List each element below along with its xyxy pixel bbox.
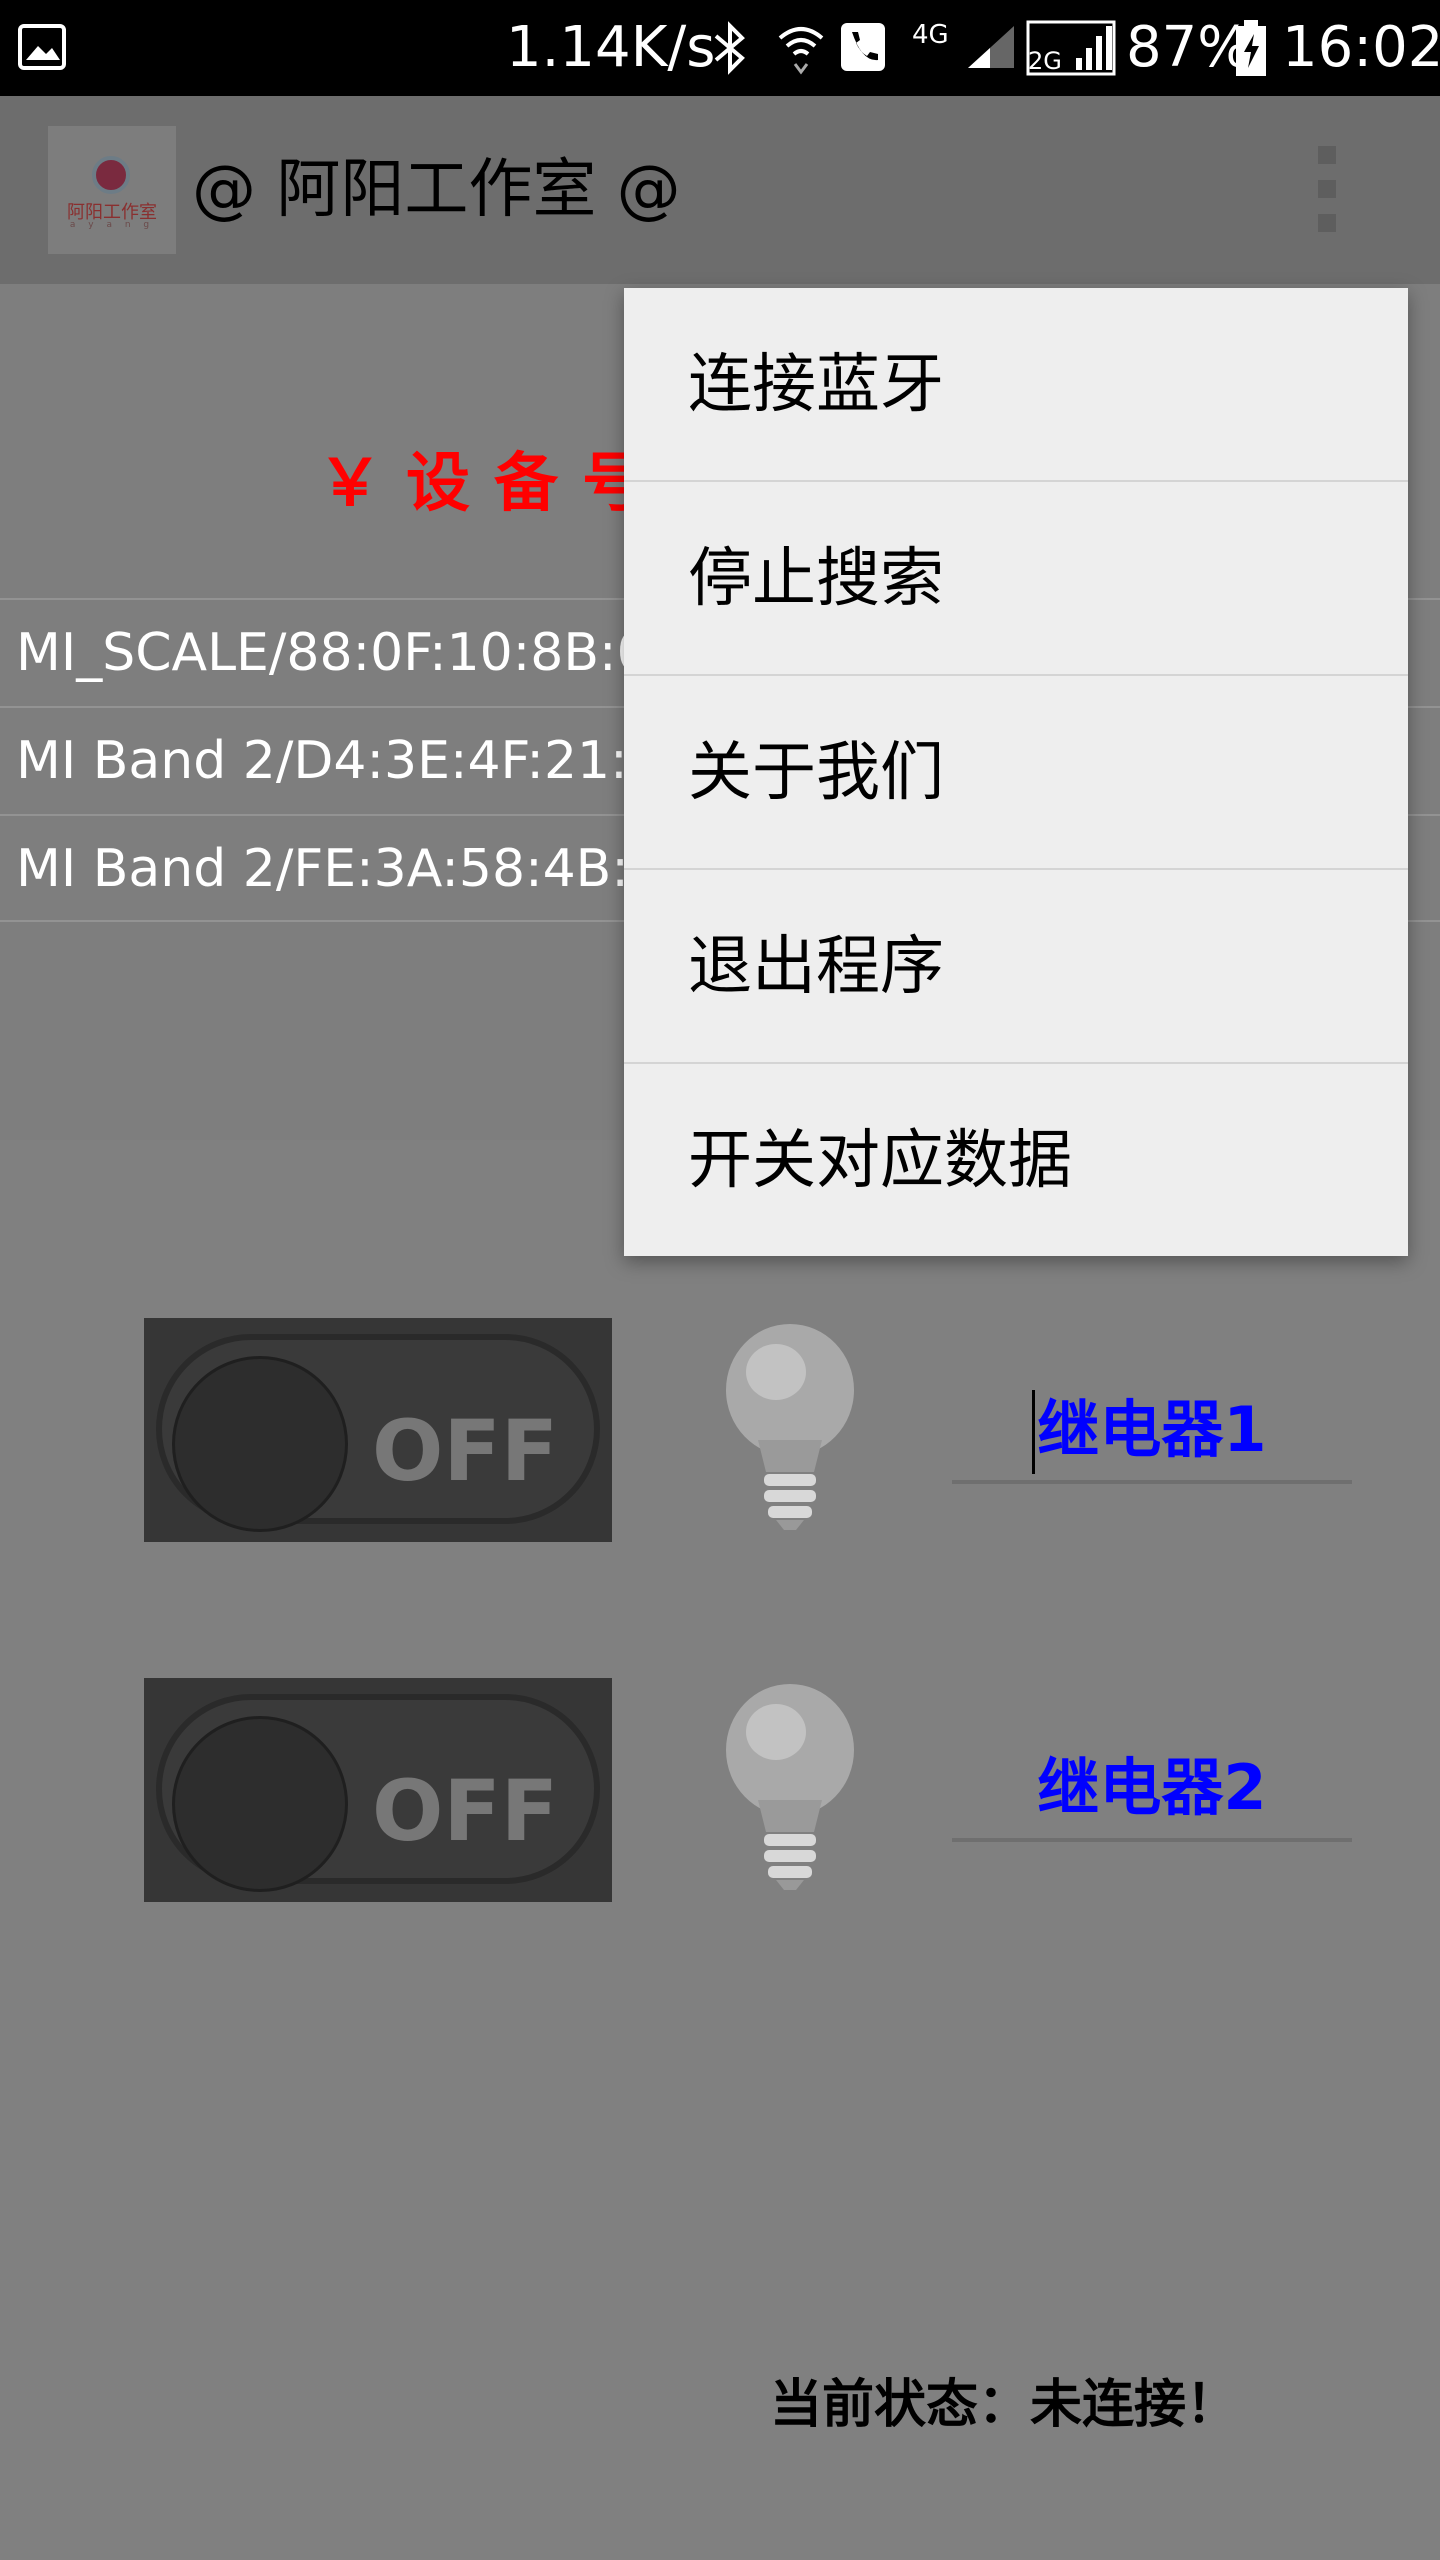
clock: 16:02 [1282, 15, 1440, 80]
status-bar: 1.14K/s 4G 2G 87% 16:02 [0, 0, 1440, 96]
toggle-knob [172, 1356, 348, 1532]
relay2-name-input[interactable]: 继电器2 [952, 1738, 1352, 1842]
signal-2g-icon [1026, 20, 1116, 76]
device-heading: ￥设备号 [318, 447, 670, 521]
menu-item-connect-bluetooth[interactable]: 连接蓝牙 [624, 288, 1408, 482]
relay2-name: 继电器2 [1037, 1751, 1267, 1824]
wifi-icon [778, 27, 824, 75]
toggle-track: OFF [156, 1694, 600, 1892]
toggle-state-label: OFF [372, 1402, 559, 1500]
toggle-knob [172, 1716, 348, 1892]
logo-subtext: a y a n g [69, 220, 155, 230]
lightbulb-icon [726, 1324, 854, 1530]
network-speed: 1.14K/s [506, 15, 716, 80]
menu-item-stop-search[interactable]: 停止搜索 [624, 482, 1408, 676]
relay1-toggle[interactable]: OFF [144, 1318, 612, 1542]
menu-item-switch-data[interactable]: 开关对应数据 [624, 1064, 1408, 1258]
battery-charging-icon [1236, 20, 1266, 76]
bluetooth-icon [714, 21, 745, 75]
phone-call-icon [841, 23, 885, 71]
relay1-name-input[interactable]: 继电器1 [952, 1380, 1352, 1484]
battery-percent: 87% [1126, 15, 1251, 80]
app-bar: 阿阳工作室 a y a n g @ 阿阳工作室 @ [0, 96, 1440, 284]
toggle-track: OFF [156, 1334, 600, 1532]
app-logo: 阿阳工作室 a y a n g [48, 126, 176, 254]
relay1-name: 继电器1 [1037, 1393, 1267, 1466]
connection-status: 当前状态：未连接！ [770, 2375, 1239, 2435]
menu-item-exit-app[interactable]: 退出程序 [624, 870, 1408, 1064]
network-4g-label: 4G [912, 20, 949, 50]
gallery-notification-icon [18, 24, 66, 70]
toggle-state-label: OFF [372, 1762, 559, 1860]
relay2-toggle[interactable]: OFF [144, 1678, 612, 1902]
signal-icon [968, 26, 1014, 68]
logo-emblem-icon [92, 156, 130, 194]
lightbulb-icon [726, 1684, 854, 1890]
app-title: @ 阿阳工作室 @ [192, 153, 681, 227]
overflow-menu: 连接蓝牙 停止搜索 关于我们 退出程序 开关对应数据 [624, 288, 1408, 1256]
text-cursor [1032, 1390, 1035, 1474]
overflow-menu-icon[interactable] [1312, 146, 1342, 236]
menu-item-about-us[interactable]: 关于我们 [624, 676, 1408, 870]
